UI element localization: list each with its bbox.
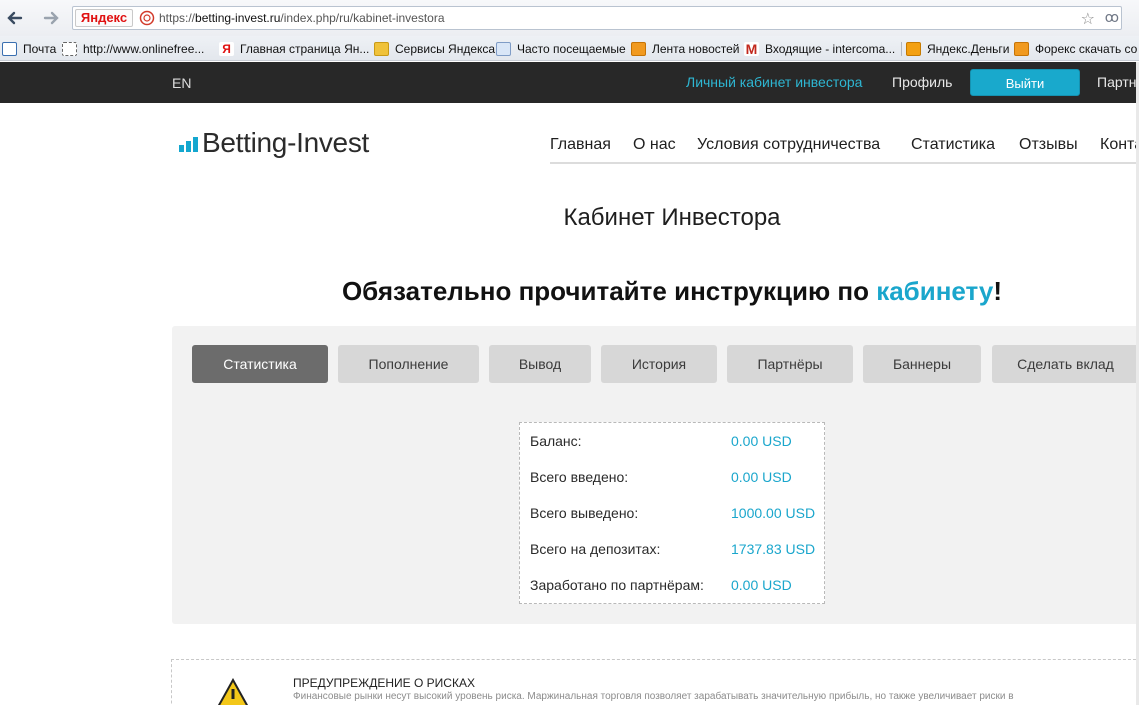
tab-partners[interactable]: Партнёры: [727, 345, 853, 383]
bookmark-yandex-money[interactable]: Яндекс.Деньги: [906, 40, 1009, 57]
back-arrow-icon[interactable]: [6, 9, 24, 27]
nav-divider: [550, 162, 1139, 164]
page-icon: [62, 41, 77, 56]
url-text[interactable]: https://betting-invest.ru/index.php/ru/k…: [159, 11, 445, 25]
bookmark-mail[interactable]: Почта: [2, 40, 56, 57]
tab-deposit[interactable]: Пополнение: [338, 345, 479, 383]
stat-row-partner-earnings: Заработано по партнёрам: 0.00 USD: [530, 577, 820, 595]
stat-value: 1000.00 USD: [731, 505, 816, 521]
site-logo[interactable]: Betting-Invest: [179, 127, 369, 159]
yandex-icon: Я: [219, 41, 234, 56]
nav-terms[interactable]: Условия сотрудничества: [697, 136, 880, 154]
tab-withdraw[interactable]: Вывод: [489, 345, 591, 383]
mail-icon: [2, 41, 17, 56]
url-prefix: https://: [159, 11, 196, 25]
nav-reviews[interactable]: Отзывы: [1019, 136, 1078, 154]
profile-link[interactable]: Профиль: [892, 74, 952, 90]
site-identity-icon[interactable]: [139, 10, 155, 26]
page-title: Кабинет Инвестора: [563, 204, 781, 231]
stats-box: Баланс: 0.00 USD Всего введено: 0.00 USD…: [519, 422, 825, 604]
stat-row-balance: Баланс: 0.00 USD: [530, 433, 820, 451]
risk-title: ПРЕДУПРЕЖДЕНИЕ О РИСКАХ: [293, 676, 475, 690]
nav-about[interactable]: О нас: [633, 136, 676, 154]
tab-statistics[interactable]: Статистика: [192, 345, 328, 383]
forward-arrow-icon[interactable]: [42, 9, 60, 27]
tab-banners[interactable]: Баннеры: [863, 345, 981, 383]
bookmark-label: Входящие - intercoma...: [765, 41, 896, 56]
stat-row-total-out: Всего выведено: 1000.00 USD: [530, 505, 820, 523]
stat-label: Всего выведено:: [530, 505, 639, 521]
bookmark-onlinefree[interactable]: http://www.onlinefree...: [62, 40, 204, 57]
gmail-icon: M: [744, 40, 759, 57]
bookmark-label: Главная страница Ян...: [240, 41, 370, 56]
nav-contacts[interactable]: Конта: [1100, 136, 1139, 154]
nav-statistics[interactable]: Статистика: [911, 136, 995, 154]
bookmark-star-icon[interactable]: ☆: [1081, 9, 1095, 29]
browser-toolbar: Яндекс https://betting-invest.ru/index.p…: [0, 0, 1139, 36]
language-switch[interactable]: EN: [172, 75, 191, 91]
stat-label: Заработано по партнёрам:: [530, 577, 704, 593]
risk-text: Финансовые рынки несут высокий уровень р…: [293, 691, 1014, 702]
glasses-icon[interactable]: ꝏ: [1105, 9, 1119, 26]
bookmark-label: Сервисы Яндекса: [395, 41, 496, 56]
bookmark-label: Яндекс.Деньги: [927, 41, 1010, 56]
bookmark-label: Лента новостей: [652, 41, 740, 56]
logout-button[interactable]: Выйти: [970, 69, 1080, 96]
stat-value: 0.00 USD: [731, 577, 792, 593]
notice-text: Обязательно прочитайте инструкцию по: [341, 276, 877, 306]
page-icon: [496, 41, 511, 56]
stat-label: Всего введено:: [530, 469, 629, 485]
logo-bars-icon: [179, 137, 198, 152]
stat-value: 0.00 USD: [731, 469, 792, 485]
rss-icon: [1014, 41, 1029, 56]
bookmark-forex[interactable]: Форекс скачать со: [1014, 40, 1137, 57]
bookmarks-separator: [901, 42, 902, 56]
stat-row-total-in: Всего введено: 0.00 USD: [530, 469, 820, 487]
bookmarks-bar: Почта http://www.onlinefree... Я Главная …: [0, 36, 1139, 61]
risk-warning: ПРЕДУПРЕЖДЕНИЕ О РИСКАХ Финансовые рынки…: [171, 659, 1139, 705]
bookmark-label: Почта: [23, 41, 57, 56]
url-host: betting-invest.ru: [195, 11, 281, 25]
bookmark-news[interactable]: Лента новостей: [631, 40, 740, 57]
rss-icon: [631, 41, 646, 56]
notice-exclamation: !: [993, 276, 1003, 306]
bookmark-frequent[interactable]: Часто посещаемые: [496, 40, 626, 57]
url-path: /index.php/ru/kabinet-investora: [280, 11, 445, 25]
instruction-link[interactable]: кабинету: [876, 276, 993, 306]
warning-triangle-icon: [217, 678, 249, 705]
bookmark-inbox[interactable]: M Входящие - intercoma...: [744, 40, 895, 57]
bookmark-yandex-services[interactable]: Сервисы Яндекса: [374, 40, 495, 57]
tab-make-deposit[interactable]: Сделать вклад: [992, 345, 1139, 383]
stat-value: 1737.83 USD: [731, 541, 816, 557]
nav-home[interactable]: Главная: [550, 136, 611, 154]
bookmark-label: Форекс скачать со: [1035, 41, 1138, 56]
yandex-badge-text: Яндекс: [80, 10, 128, 25]
bookmark-label: Часто посещаемые: [517, 41, 626, 56]
bookmark-label: http://www.onlinefree...: [83, 41, 205, 56]
tab-history[interactable]: История: [601, 345, 717, 383]
yandex-money-icon: [906, 41, 921, 56]
instruction-notice: Обязательно прочитайте инструкцию по каб…: [0, 276, 1139, 307]
stat-row-on-deposits: Всего на депозитах: 1737.83 USD: [530, 541, 820, 559]
logo-text: Betting-Invest: [202, 127, 369, 158]
stat-label: Баланс:: [530, 433, 582, 449]
investor-cabinet-link[interactable]: Личный кабинет инвестора: [686, 74, 862, 90]
address-bar[interactable]: Яндекс https://betting-invest.ru/index.p…: [72, 6, 1122, 30]
folder-icon: [374, 41, 389, 56]
stat-value: 0.00 USD: [731, 433, 792, 449]
yandex-badge[interactable]: Яндекс: [75, 9, 133, 27]
stat-label: Всего на депозитах:: [530, 541, 661, 557]
site-topbar: EN Личный кабинет инвестора Профиль Выйт…: [0, 62, 1139, 103]
partners-link[interactable]: Партн: [1097, 74, 1136, 90]
bookmark-yandex-home[interactable]: Я Главная страница Ян...: [219, 40, 369, 57]
